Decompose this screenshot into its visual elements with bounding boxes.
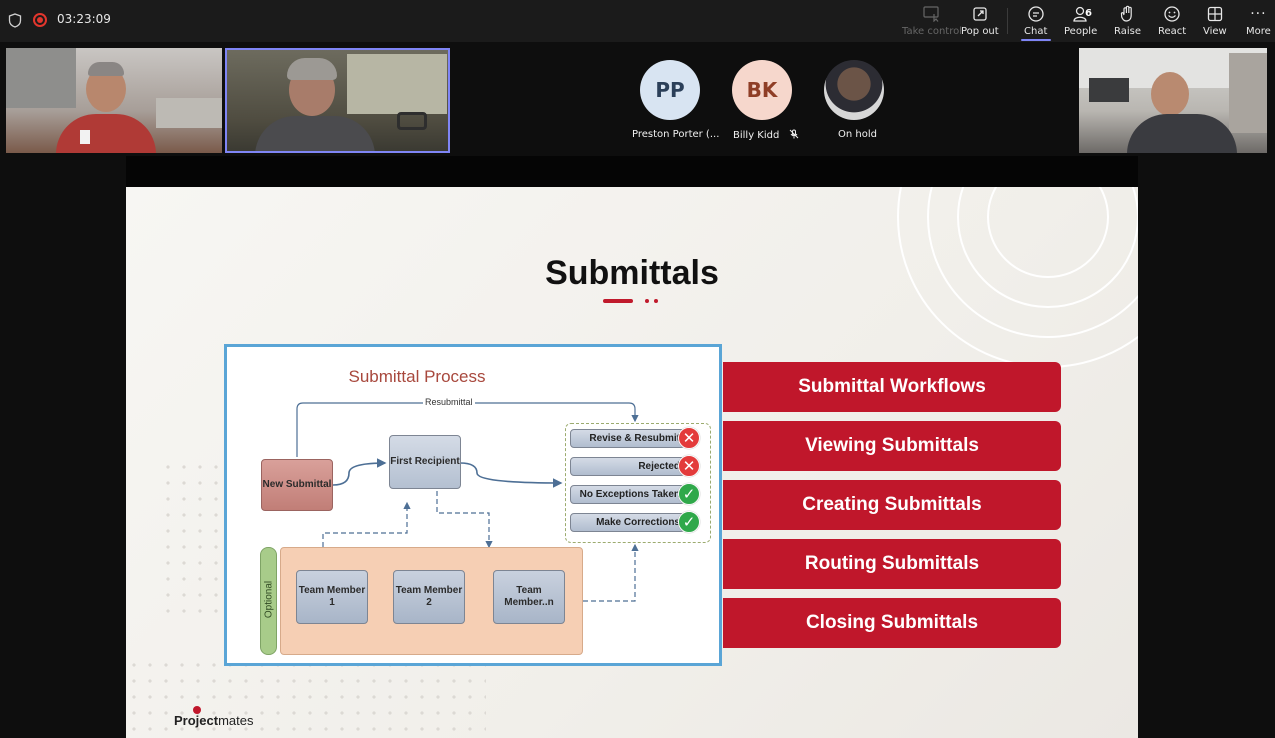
- title-dot: [654, 299, 658, 303]
- shield-icon: [8, 13, 22, 28]
- participant-photo-avatar[interactable]: [824, 60, 884, 120]
- title-underline: [603, 299, 633, 303]
- person-hair: [287, 58, 337, 80]
- people-button[interactable]: People: [1064, 4, 1097, 40]
- approve-check-icon: ✓: [678, 511, 700, 533]
- video-background-whiteboard: [347, 54, 447, 114]
- meeting-timer: 03:23:09: [57, 12, 111, 26]
- logo-mark: [193, 706, 201, 714]
- people-count-badge: 6: [1085, 8, 1092, 19]
- optional-tab: Optional: [260, 547, 277, 655]
- view-icon: [1204, 4, 1226, 24]
- pop-out-icon: [969, 4, 991, 24]
- video-background-monitor: [1089, 78, 1129, 102]
- pop-out-button[interactable]: Pop out: [961, 4, 999, 40]
- status-group: Revise & Resubmit ✕ Rejected ✕ No Except…: [565, 423, 711, 543]
- status-rejected: Rejected: [570, 457, 685, 476]
- take-control-icon: [921, 4, 943, 24]
- toolbar-divider: [1007, 8, 1008, 34]
- chat-icon: [1025, 4, 1047, 24]
- optional-label: Optional: [263, 580, 275, 619]
- video-background-chair: [397, 112, 427, 130]
- optional-team-area: Team Member 1 Team Member 2 Team Member.…: [280, 547, 583, 655]
- react-icon: [1161, 4, 1183, 24]
- react-label: React: [1158, 26, 1187, 37]
- first-recipient-box: First Recipient: [389, 435, 461, 489]
- raise-hand-icon: [1117, 4, 1139, 24]
- person-body: [56, 114, 156, 153]
- status-revise-resubmit: Revise & Resubmit: [570, 429, 685, 448]
- chat-button[interactable]: Chat: [1024, 4, 1047, 40]
- team-member-box: Team Member 2: [393, 570, 465, 624]
- approve-check-icon: ✓: [678, 483, 700, 505]
- mic-off-icon: [789, 129, 798, 139]
- status-no-exceptions: No Exceptions Taken: [570, 485, 685, 504]
- view-label: View: [1203, 26, 1227, 37]
- shared-slide: Submittals Submittal Process Resubmittal…: [126, 187, 1138, 738]
- topic-submittal-workflows: Submittal Workflows: [723, 362, 1061, 412]
- chat-active-indicator: [1021, 39, 1051, 41]
- topic-closing-submittals: Closing Submittals: [723, 598, 1061, 648]
- chat-label: Chat: [1024, 26, 1048, 37]
- react-button[interactable]: React: [1158, 4, 1186, 40]
- person-hair: [88, 62, 124, 76]
- active-speaker-video-tile[interactable]: [225, 48, 450, 153]
- resubmittal-label: Resubmittal: [423, 397, 475, 407]
- submittal-process-diagram: Submittal Process Resubmittal New Submit…: [224, 344, 722, 666]
- video-background-shelf: [6, 48, 76, 108]
- screen-share-letterbox: [126, 156, 1138, 187]
- topic-routing-submittals: Routing Submittals: [723, 539, 1061, 589]
- projectmates-logo: Projectmates: [174, 706, 254, 728]
- meeting-toolbar: 03:23:09 Take control Pop out Chat Peopl…: [0, 0, 1275, 42]
- more-button[interactable]: ··· More: [1246, 4, 1271, 40]
- participant-avatar[interactable]: BK: [732, 60, 792, 120]
- video-background-desk: [156, 98, 222, 128]
- new-submittal-box: New Submittal: [261, 459, 333, 511]
- participant-video-tile[interactable]: [1079, 48, 1267, 153]
- participant-avatar[interactable]: PP: [640, 60, 700, 120]
- team-member-box: Team Member 1: [296, 570, 368, 624]
- logo-bold-text: Project: [174, 713, 219, 728]
- person-body: [1127, 114, 1237, 153]
- participant-name: Billy Kidd: [733, 130, 780, 141]
- take-control-label: Take control: [902, 26, 963, 37]
- participant-video-tile[interactable]: [6, 48, 222, 153]
- raise-hand-button[interactable]: Raise: [1114, 4, 1141, 40]
- more-icon: ···: [1250, 6, 1267, 22]
- participant-name-row: Billy Kidd: [733, 129, 799, 141]
- take-control-button[interactable]: Take control: [902, 4, 962, 40]
- raise-label: Raise: [1114, 26, 1141, 37]
- person-head: [1151, 72, 1189, 116]
- logo-light-text: mates: [218, 713, 254, 728]
- slide-title: Submittals: [545, 254, 719, 292]
- video-background-cabinet: [1229, 53, 1267, 133]
- topic-creating-submittals: Creating Submittals: [723, 480, 1061, 530]
- participant-status: On hold: [838, 129, 877, 140]
- person-body: [255, 116, 375, 151]
- recording-icon: [33, 13, 47, 27]
- title-dot: [645, 299, 649, 303]
- topic-viewing-submittals: Viewing Submittals: [723, 421, 1061, 471]
- more-label: More: [1246, 26, 1271, 37]
- view-button[interactable]: View: [1203, 4, 1227, 40]
- teams-meeting-window: 03:23:09 Take control Pop out Chat Peopl…: [0, 0, 1275, 738]
- pop-out-label: Pop out: [961, 26, 999, 37]
- reject-x-icon: ✕: [678, 427, 700, 449]
- id-badge: [80, 130, 90, 144]
- reject-x-icon: ✕: [678, 455, 700, 477]
- participant-name: Preston Porter (...: [632, 129, 720, 140]
- people-label: People: [1064, 26, 1098, 37]
- status-make-corrections: Make Corrections: [570, 513, 685, 532]
- team-member-box: Team Member..n: [493, 570, 565, 624]
